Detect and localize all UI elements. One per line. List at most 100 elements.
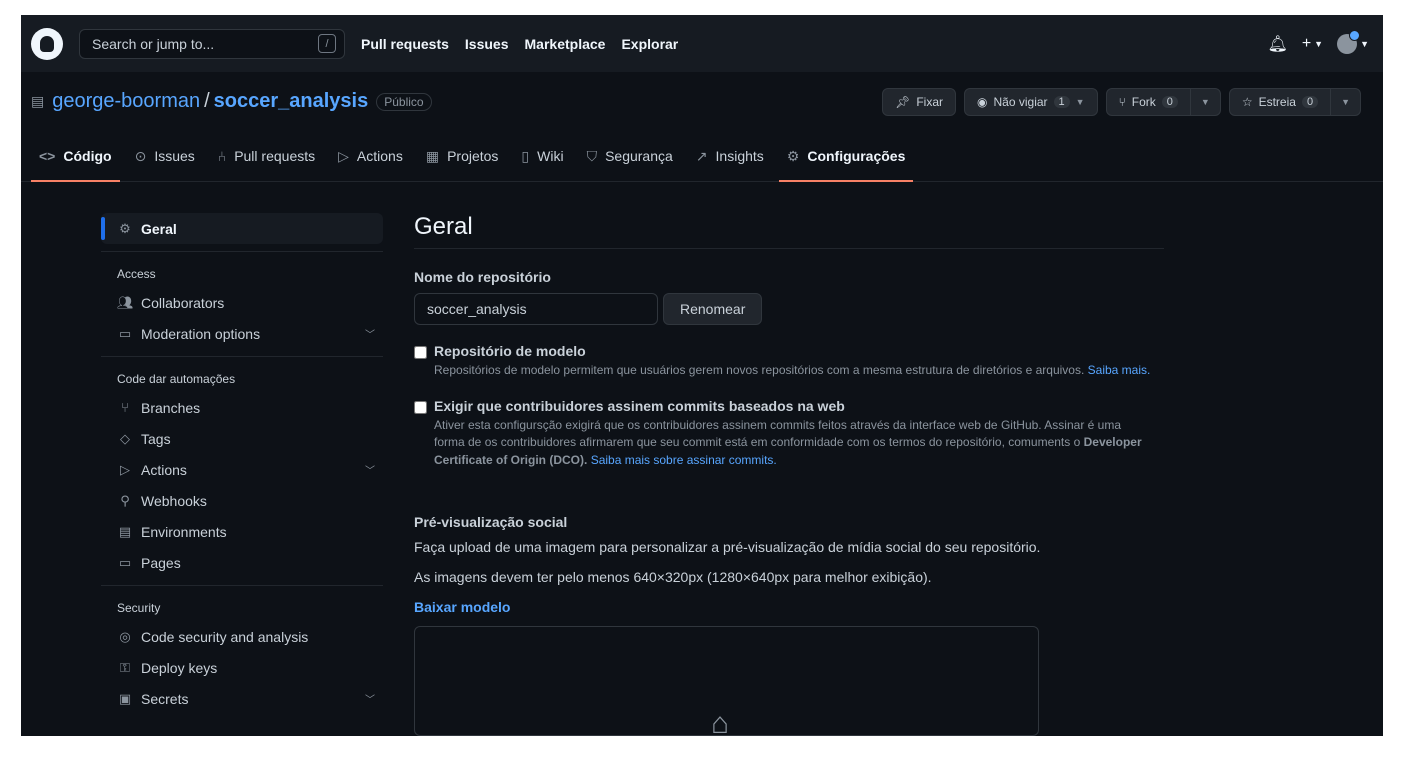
sidebar-item-code-security[interactable]: ◎ Code security and analysis: [101, 621, 383, 652]
rename-button[interactable]: Renomear: [663, 293, 763, 325]
sidebar-divider: [101, 356, 383, 357]
template-learn-more-link[interactable]: Saiba mais.: [1088, 363, 1151, 377]
sidebar-item-label: Secrets: [141, 690, 189, 707]
sidebar-item-pages[interactable]: ▭ Pages: [101, 547, 383, 578]
social-preview-description: Faça upload de uma imagem para personali…: [414, 539, 1041, 555]
tab-label: Actions: [356, 148, 403, 164]
repo-name-row: Renomear: [414, 293, 1164, 325]
sidebar-item-label: Branches: [141, 399, 201, 416]
play-icon: ▷: [120, 461, 130, 477]
repo-actions: 📌︎ Fixar ◉ Não vigiar 1 ▼ ⑂ Fork 0 ▼ ☆ Estreia 0…: [882, 87, 1361, 116]
nav-explore[interactable]: Explorar: [621, 36, 678, 52]
caret-down-icon: ▼: [1314, 38, 1324, 49]
plus-icon: +: [1301, 34, 1312, 52]
sidebar-heading-code: Code dar automações: [117, 372, 236, 386]
tab-security[interactable]: ⛉ Segurança: [579, 131, 681, 181]
signoff-title: Exigir que contribuidores assinem commit…: [434, 397, 845, 414]
repo-name-label: Nome do repositório: [414, 269, 551, 285]
repo-name-input[interactable]: [414, 293, 658, 325]
tab-actions[interactable]: ▷ Actions: [330, 131, 411, 181]
repo-owner-link[interactable]: george-boorman: [52, 90, 200, 113]
tag-icon: ◇: [120, 430, 130, 446]
download-template-link[interactable]: Baixar modelo: [414, 599, 1164, 615]
fork-icon: ⑂: [1118, 94, 1126, 109]
watch-button[interactable]: ◉ Não vigiar 1 ▼: [964, 87, 1098, 116]
github-logo-icon[interactable]: [31, 27, 63, 60]
star-label: Estreia: [1258, 94, 1296, 109]
sidebar-item-collaborators[interactable]: 👥︎ Collaborators: [101, 287, 383, 318]
sidebar-item-moderation[interactable]: ▭ Moderation options ﹀: [101, 318, 383, 349]
tab-projects[interactable]: ▦ Projetos: [418, 131, 507, 181]
tab-label: Projetos: [447, 148, 499, 164]
social-preview-dropzone[interactable]: ⌂: [414, 626, 1039, 736]
sidebar-item-branches[interactable]: ⑂ Branches: [101, 392, 383, 423]
signoff-learn-more-link[interactable]: Saiba mais sobre assinar commits.: [591, 453, 777, 467]
sidebar-item-label: Actions: [141, 461, 187, 478]
template-repo-checkbox[interactable]: [414, 346, 427, 359]
caret-down-icon: ▼: [1360, 38, 1369, 49]
sidebar-item-label: Code security and analysis: [141, 628, 309, 645]
sidebar-item-environments[interactable]: ▤ Environments: [101, 516, 383, 547]
issue-icon: ⊙: [134, 147, 147, 164]
code-icon: <>: [39, 148, 56, 164]
bell-icon[interactable]: 🔔︎: [1268, 34, 1288, 54]
star-button-group: ☆ Estreia 0 ▼: [1228, 87, 1361, 116]
social-preview-title: Pré-visualização social: [414, 514, 568, 530]
server-icon: ▤: [118, 523, 132, 539]
user-menu[interactable]: ▼: [1337, 29, 1369, 54]
signoff-checkbox[interactable]: [414, 400, 427, 414]
star-dropdown-button[interactable]: ▼: [1330, 88, 1360, 115]
eye-icon: ◉: [977, 94, 988, 109]
tab-label: Segurança: [605, 148, 673, 164]
sidebar-item-secrets[interactable]: ▣ Secrets ﹀: [101, 683, 383, 714]
search-box[interactable]: /: [79, 28, 345, 59]
sidebar-item-deploy-keys[interactable]: ⚿ Deploy keys: [101, 652, 383, 683]
browser-icon: ▭: [118, 554, 132, 570]
tab-insights[interactable]: ↗ Insights: [688, 131, 772, 181]
repo-title-separator: /: [204, 90, 210, 112]
sidebar-item-webhooks[interactable]: ⚲ Webhooks: [101, 485, 383, 516]
nav-marketplace[interactable]: Marketplace: [525, 36, 606, 52]
pin-button[interactable]: 📌︎ Fixar: [882, 87, 957, 116]
fork-dropdown-button[interactable]: ▼: [1189, 88, 1220, 115]
sidebar-item-label: Geral: [141, 220, 177, 237]
lock-icon: ▣: [118, 690, 132, 706]
tab-label: Código: [63, 148, 112, 164]
tab-label: Issues: [154, 148, 195, 164]
repo-name-link[interactable]: soccer_analysis: [214, 90, 369, 113]
social-preview-size-note: As imagens devem ter pelo menos 640×320p…: [414, 569, 932, 585]
settings-sidebar: ⚙ Geral Access 👥︎ Collaborators ▭ Moderatio…: [101, 213, 383, 736]
create-new-menu[interactable]: + ▼: [1302, 35, 1323, 53]
repo-header: ▤ george-boorman / soccer_analysis Públi…: [21, 72, 1383, 131]
nav-issues[interactable]: Issues: [465, 36, 509, 52]
sidebar-item-actions[interactable]: ▷ Actions ﹀: [101, 454, 383, 485]
star-button[interactable]: ☆ Estreia 0: [1230, 89, 1330, 115]
nav-pull-requests[interactable]: Pull requests: [361, 36, 449, 52]
search-shortcut-key: /: [318, 34, 336, 53]
codescan-icon: ◎: [119, 628, 131, 644]
sidebar-heading-access: Access: [117, 267, 156, 281]
sidebar-item-label: Environments: [141, 523, 227, 540]
fork-button[interactable]: ⑂ Fork 0: [1107, 89, 1190, 115]
github-window: / Pull requests Issues Marketplace Explo…: [21, 15, 1383, 736]
tab-pull-requests[interactable]: ⑃ Pull requests: [210, 131, 323, 181]
template-repo-title: Repositório de modelo: [434, 343, 586, 359]
template-repo-note-text: Repositórios de modelo permitem que usuá…: [434, 363, 1085, 377]
search-input[interactable]: [92, 35, 292, 52]
comment-icon: ▭: [118, 325, 132, 341]
settings-layout: ⚙ Geral Access 👥︎ Collaborators ▭ Moderatio…: [21, 182, 1383, 736]
tab-wiki[interactable]: ▯ Wiki: [513, 131, 571, 181]
tab-label: Configurações: [807, 148, 906, 164]
repo-icon: ▤: [31, 93, 45, 109]
sidebar-heading-security: Security: [117, 601, 161, 615]
sidebar-divider: [101, 251, 383, 252]
repo-title: george-boorman / soccer_analysis: [52, 90, 368, 113]
tab-code[interactable]: <> Código: [31, 131, 120, 182]
fork-button-group: ⑂ Fork 0 ▼: [1105, 87, 1221, 116]
sidebar-item-general[interactable]: ⚙ Geral: [101, 213, 383, 244]
tab-issues[interactable]: ⊙ Issues: [127, 131, 203, 181]
tab-settings[interactable]: ⚙ Configurações: [778, 131, 914, 182]
sidebar-item-tags[interactable]: ◇ Tags: [101, 423, 383, 454]
graph-icon: ↗: [695, 147, 708, 164]
star-icon: ☆: [1241, 94, 1253, 109]
